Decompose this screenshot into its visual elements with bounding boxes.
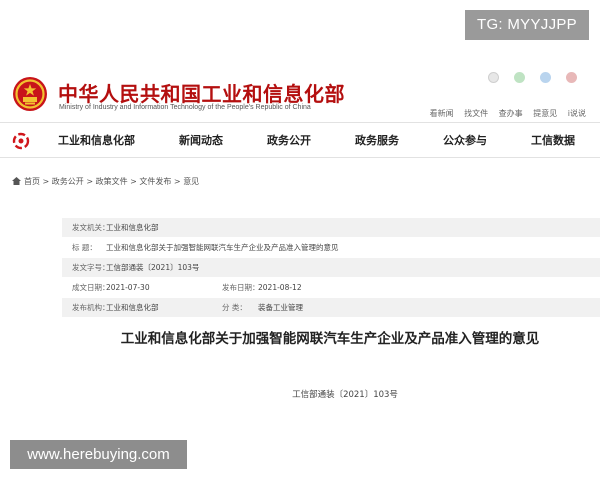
site-subtitle: Ministry of Industry and Information Tec… bbox=[59, 104, 311, 111]
util-link-talk[interactable]: i说说 bbox=[568, 109, 586, 118]
breadcrumb: 首页 > 政务公开 > 政策文件 > 文件发布 > 意见 bbox=[12, 176, 199, 187]
meta-label-title: 标 题： bbox=[72, 243, 97, 252]
main-navigation: 工业和信息化部 新闻动态 政务公开 政务服务 公众参与 工信数据 bbox=[0, 122, 600, 158]
breadcrumb-policy-files[interactable]: 政策文件 bbox=[96, 177, 128, 186]
meta-value-title: 工业和信息化部关于加强智能网联汽车生产企业及产品准入管理的意见 bbox=[106, 243, 339, 252]
meta-label-created: 成文日期： bbox=[72, 283, 110, 292]
nav-item-government-services[interactable]: 政务服务 bbox=[355, 123, 399, 159]
site-header: 中华人民共和国工业和信息化部 Ministry of Industry and … bbox=[0, 62, 600, 120]
social-icons bbox=[478, 68, 578, 83]
wechat-icon[interactable] bbox=[514, 72, 526, 83]
meta-row-issuer: 发文机关： 工业和信息化部 bbox=[62, 218, 600, 237]
breadcrumb-separator: > bbox=[171, 177, 184, 186]
meta-value-created: 2021-07-30 bbox=[106, 283, 150, 292]
meta-label-category: 分 类： bbox=[222, 303, 247, 312]
miit-logo-icon[interactable] bbox=[12, 132, 30, 150]
nav-items: 工业和信息化部 新闻动态 政务公开 政务服务 公众参与 工信数据 bbox=[58, 123, 575, 159]
util-link-services[interactable]: 查办事 bbox=[499, 109, 523, 118]
app-icon[interactable] bbox=[540, 72, 552, 83]
meta-value-published: 2021-08-12 bbox=[258, 283, 302, 292]
meta-value-issuer: 工业和信息化部 bbox=[106, 223, 159, 232]
breadcrumb-separator: > bbox=[127, 177, 140, 186]
tg-watermark-badge: TG: MYYJJPP bbox=[465, 10, 589, 40]
nav-item-news[interactable]: 新闻动态 bbox=[179, 123, 223, 159]
meta-value-agency: 工业和信息化部 bbox=[106, 303, 159, 312]
home-icon bbox=[12, 177, 21, 185]
meta-label-number: 发文字号： bbox=[72, 263, 110, 272]
breadcrumb-separator: > bbox=[83, 177, 96, 186]
meta-label-issuer: 发文机关： bbox=[72, 223, 110, 232]
util-link-news[interactable]: 看新闻 bbox=[430, 109, 454, 118]
meta-row-title: 标 题： 工业和信息化部关于加强智能网联汽车生产企业及产品准入管理的意见 bbox=[62, 238, 600, 257]
util-link-feedback[interactable]: 提意见 bbox=[533, 109, 557, 118]
meta-value-category: 装备工业管理 bbox=[258, 303, 303, 312]
site-title: 中华人民共和国工业和信息化部 bbox=[58, 82, 345, 106]
nav-item-public-participation[interactable]: 公众参与 bbox=[443, 123, 487, 159]
weibo-icon[interactable] bbox=[488, 72, 499, 83]
document-title: 工业和信息化部关于加强智能网联汽车生产企业及产品准入管理的意见 bbox=[120, 331, 540, 347]
utility-links: 看新闻 找文件 查办事 提意见 i说说 bbox=[422, 108, 586, 119]
meta-row-number: 发文字号： 工信部通装〔2021〕103号 bbox=[62, 258, 600, 277]
site-watermark: www.herebuying.com bbox=[10, 440, 187, 469]
nav-item-ministry[interactable]: 工业和信息化部 bbox=[58, 123, 135, 159]
document-number: 工信部通装〔2021〕103号 bbox=[292, 390, 398, 400]
breadcrumb-separator: > bbox=[40, 177, 52, 186]
util-link-files[interactable]: 找文件 bbox=[464, 109, 488, 118]
meta-row-dates: 成文日期： 2021-07-30 发布日期： 2021-08-12 bbox=[62, 278, 600, 297]
breadcrumb-government-affairs[interactable]: 政务公开 bbox=[52, 177, 84, 186]
meta-label-agency: 发布机构： bbox=[72, 303, 110, 312]
meta-value-number: 工信部通装〔2021〕103号 bbox=[106, 263, 200, 272]
meta-row-agency: 发布机构： 工业和信息化部 分 类： 装备工业管理 bbox=[62, 298, 600, 317]
nav-item-government-affairs[interactable]: 政务公开 bbox=[267, 123, 311, 159]
accessibility-icon[interactable] bbox=[566, 72, 578, 83]
breadcrumb-home[interactable]: 首页 bbox=[24, 177, 40, 186]
breadcrumb-file-release[interactable]: 文件发布 bbox=[139, 177, 171, 186]
breadcrumb-opinion[interactable]: 意见 bbox=[183, 177, 199, 186]
nav-item-data[interactable]: 工信数据 bbox=[531, 123, 575, 159]
national-emblem-icon bbox=[13, 77, 47, 111]
meta-label-published: 发布日期： bbox=[222, 283, 260, 292]
document-metadata-table: 发文机关： 工业和信息化部 标 题： 工业和信息化部关于加强智能网联汽车生产企业… bbox=[62, 218, 600, 318]
